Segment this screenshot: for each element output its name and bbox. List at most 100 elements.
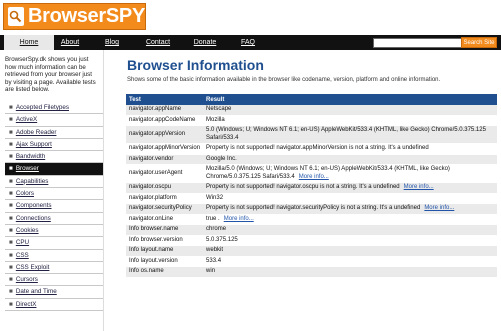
bullet-icon: ■ (9, 190, 13, 198)
page-description: Shows some of the basic information avai… (127, 77, 441, 83)
more-info-link[interactable]: More info... (299, 174, 329, 180)
test-cell: navigator.platform (126, 193, 204, 204)
result-cell: Property is not supported! navigator.osc… (203, 182, 497, 194)
sidebar-item-browser-active[interactable]: ■ Browser (5, 163, 103, 176)
nav-donate[interactable]: Donate (189, 35, 221, 50)
bullet-icon: ■ (9, 251, 13, 259)
test-cell: navigator.securityPolicy (126, 203, 204, 215)
site-logo[interactable]: BrowserSPY (3, 3, 146, 30)
bullet-icon: ■ (9, 165, 13, 173)
table-row: navigator.appVersion 5.0 (Windows; U; Win… (126, 125, 497, 144)
result-cell: Netscape (203, 105, 497, 116)
table-row: navigator.platform Win32 (126, 193, 497, 204)
test-cell: Info layout.name (126, 245, 204, 257)
test-cell: navigator.appCodeName (126, 115, 204, 126)
test-cell: Info browser.name (126, 224, 204, 236)
table-row: navigator.appCodeName Mozilla (126, 115, 497, 126)
table-row: navigator.userAgent Mozilla/5.0 (Windows;… (126, 164, 497, 183)
nav-home[interactable]: Home (4, 35, 54, 50)
result-cell: 533.4 (203, 256, 497, 267)
test-cell: navigator.vendor (126, 154, 204, 165)
table-row: navigator.appMinorVersion Property is not… (126, 143, 497, 155)
sidebar-intro: BrowserSpy.dk shows you just how much in… (5, 56, 96, 93)
column-header-test: Test (126, 94, 204, 105)
test-cell: navigator.onLine (126, 214, 204, 225)
sidebar-item[interactable]: ■ Date and Time (5, 286, 103, 299)
result-cell: webkit (203, 245, 497, 257)
bullet-icon: ■ (9, 116, 13, 124)
test-cell: navigator.appName (126, 105, 204, 116)
bullet-icon: ■ (9, 177, 13, 185)
bullet-icon: ■ (9, 140, 13, 148)
table-row: navigator.onLine true . More info... (126, 214, 497, 225)
test-cell: Info layout.version (126, 256, 204, 267)
page-title: Browser Information (127, 57, 264, 73)
table-row: navigator.securityPolicy Property is not … (126, 203, 497, 215)
browser-info-table: Test Result navigator.appName Netscape na… (126, 94, 497, 278)
table-row: navigator.appName Netscape (126, 105, 497, 116)
sidebar-item[interactable]: ■ Capabilities (5, 176, 103, 189)
sidebar-item[interactable]: ■ Components (5, 200, 103, 213)
bullet-icon: ■ (9, 288, 13, 296)
column-header-result: Result (203, 94, 497, 105)
nav-blog[interactable]: Blog (98, 35, 126, 50)
bullet-icon: ■ (9, 202, 13, 210)
bullet-icon: ■ (9, 104, 13, 111)
result-cell: true . More info... (203, 214, 497, 225)
table-row: Info layout.name webkit (126, 245, 497, 257)
sidebar-item[interactable]: ■ CSS Exploit (5, 262, 103, 275)
search-input[interactable] (373, 38, 464, 48)
bullet-icon: ■ (9, 263, 13, 271)
result-cell: Win32 (203, 193, 497, 204)
nav-about[interactable]: About (54, 35, 86, 50)
table-row: Info browser.version 5.0.375.125 (126, 235, 497, 246)
bullet-icon: ■ (9, 300, 13, 308)
test-cell: navigator.appVersion (126, 125, 204, 144)
bullet-icon: ■ (9, 276, 13, 284)
sidebar-item[interactable]: ■ CSS (5, 250, 103, 262)
sidebar-item[interactable]: ■ Ajax Support (5, 139, 103, 152)
sidebar-item[interactable]: ■ DirectX (5, 299, 103, 312)
bullet-icon: ■ (9, 239, 13, 247)
sidebar-item[interactable]: ■ Adobe Reader (5, 127, 103, 139)
nav-contact[interactable]: Contact (141, 35, 175, 50)
test-cell: navigator.appMinorVersion (126, 143, 204, 155)
sidebar-item[interactable]: ■ Colors (5, 188, 103, 201)
bullet-icon: ■ (9, 128, 13, 136)
sidebar-item[interactable]: ■ Cursors (5, 274, 103, 287)
sidebar-item[interactable]: ■ ActiveX (5, 114, 103, 127)
result-cell: Property is not supported! navigator.app… (203, 143, 497, 155)
result-cell: 5.0 (Windows; U; Windows NT 6.1; en-US) … (203, 125, 497, 144)
result-cell: Google Inc. (203, 154, 497, 165)
bullet-icon: ■ (9, 214, 13, 222)
test-cell: navigator.oscpu (126, 182, 204, 194)
result-cell: Property is not supported! navigator.sec… (203, 203, 497, 215)
table-row: Info layout.version 533.4 (126, 256, 497, 267)
magnifier-icon (8, 7, 24, 26)
test-cell: Info os.name (126, 266, 204, 278)
test-cell: Info browser.version (126, 235, 204, 246)
sidebar-item[interactable]: ■ Accepted Filetypes (5, 102, 103, 115)
result-cell: Mozilla (203, 115, 497, 126)
logo-text: BrowserSPY (27, 5, 145, 27)
sidebar-item[interactable]: ■ Bandwidth (5, 151, 103, 164)
table-row: navigator.vendor Google Inc. (126, 154, 497, 165)
bullet-icon: ■ (9, 226, 13, 234)
more-info-link[interactable]: More info... (424, 205, 454, 211)
test-cell: navigator.userAgent (126, 164, 204, 183)
more-info-link[interactable]: More info... (224, 216, 254, 222)
result-cell: chrome (203, 224, 497, 236)
site-header: BrowserSPY (0, 0, 501, 35)
sidebar-item[interactable]: ■ CPU (5, 237, 103, 250)
nav-faq[interactable]: FAQ (234, 35, 262, 50)
more-info-link[interactable]: More info... (404, 184, 434, 190)
table-row: navigator.oscpu Property is not supported… (126, 182, 497, 194)
bullet-icon: ■ (9, 153, 13, 161)
result-cell: win (203, 266, 497, 278)
search-button[interactable]: Search Site (461, 37, 497, 48)
table-row: Info os.name win (126, 266, 497, 278)
sidebar-item[interactable]: ■ Cookies (5, 225, 103, 238)
sidebar-divider (103, 50, 104, 331)
sidebar-item[interactable]: ■ Connections (5, 213, 103, 225)
test-list: ■ Accepted Filetypes ■ ActiveX ■ Adobe Read… (5, 102, 103, 312)
